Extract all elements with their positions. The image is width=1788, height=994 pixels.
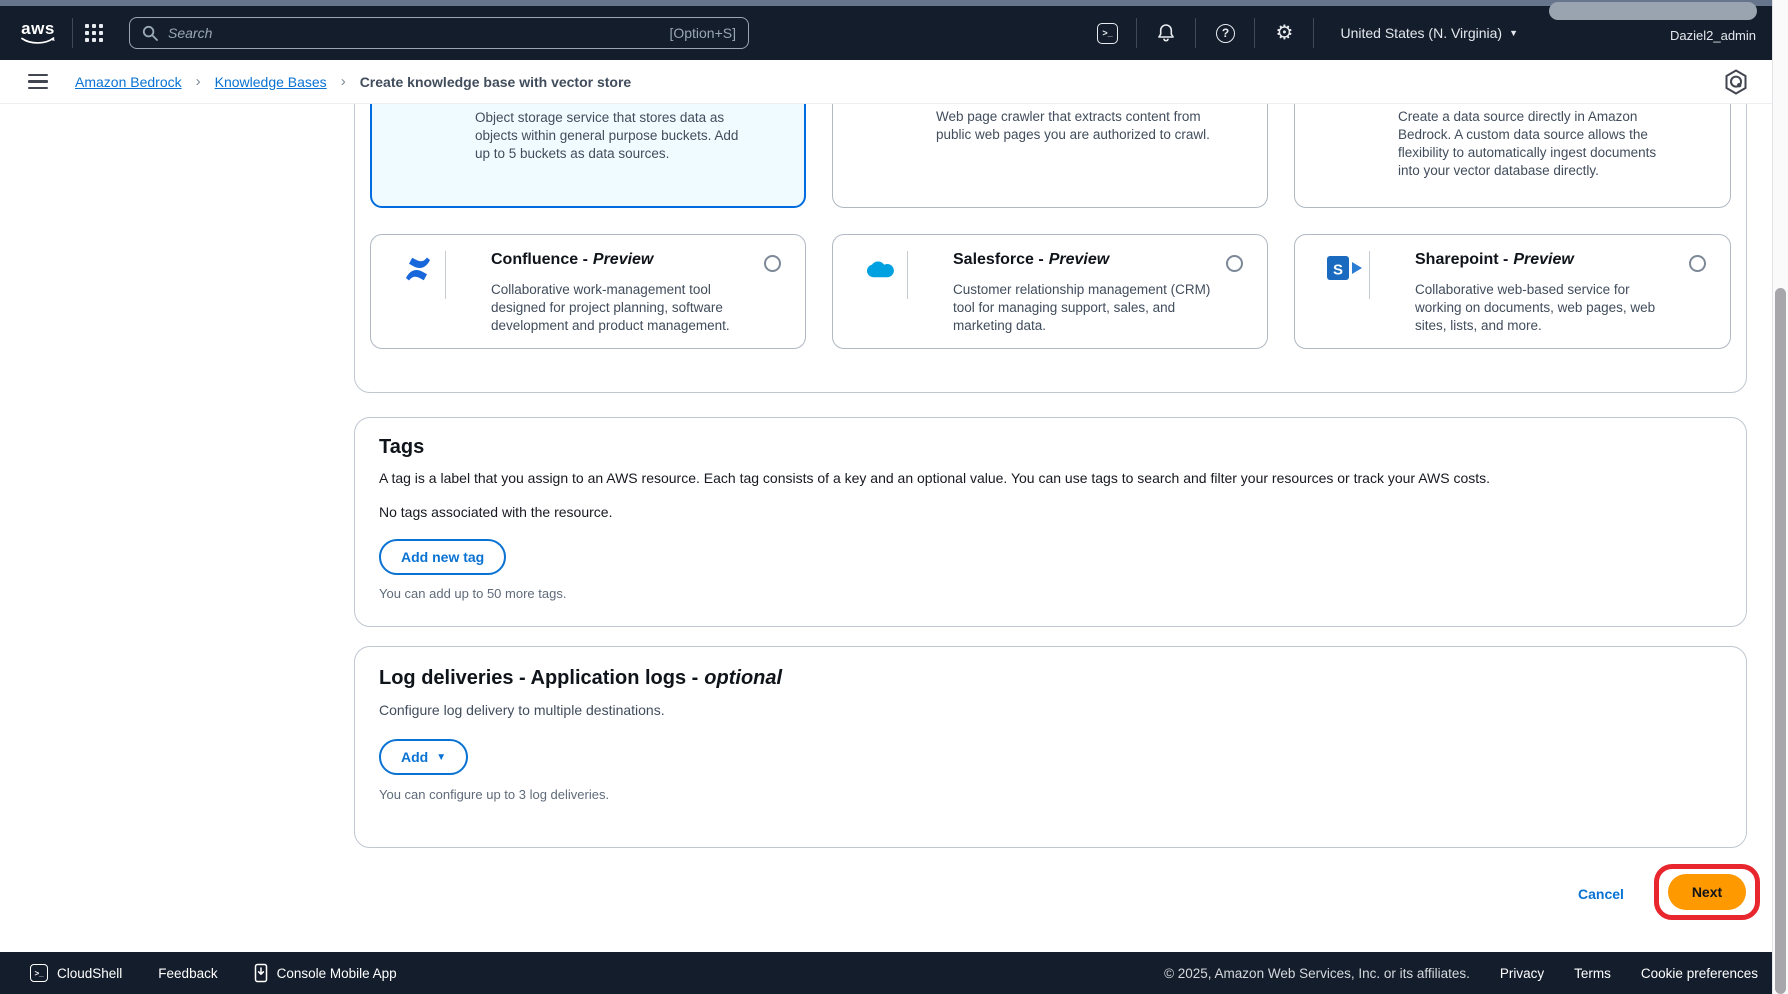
log-deliveries-limit-hint: You can configure up to 3 log deliveries… bbox=[379, 787, 1722, 802]
breadcrumb-link-amazon-bedrock[interactable]: Amazon Bedrock bbox=[75, 74, 182, 90]
data-source-title: Confluence - Preview bbox=[491, 251, 653, 269]
account-username: Daziel2_admin bbox=[1670, 28, 1756, 43]
data-source-card-sharepoint[interactable]: S Sharepoint - Preview Collaborative web-… bbox=[1294, 234, 1731, 349]
preview-label: Preview bbox=[593, 251, 653, 268]
header-divider bbox=[72, 18, 73, 48]
tags-empty-state: No tags associated with the resource. bbox=[379, 504, 1722, 520]
data-source-card-salesforce[interactable]: Salesforce - Preview Customer relationshi… bbox=[832, 234, 1268, 349]
footer-link-cookie-preferences[interactable]: Cookie preferences bbox=[1641, 966, 1758, 981]
scrollbar-thumb[interactable] bbox=[1775, 288, 1786, 994]
amazon-q-icon[interactable] bbox=[1724, 69, 1748, 95]
data-source-title: Salesforce - Preview bbox=[953, 251, 1109, 269]
add-log-delivery-label: Add bbox=[401, 749, 428, 765]
header-divider bbox=[1136, 18, 1137, 48]
scrollbar-track[interactable] bbox=[1772, 0, 1788, 994]
data-source-card-confluence[interactable]: Confluence - Preview Collaborative work-m… bbox=[370, 234, 806, 349]
header-divider bbox=[1313, 18, 1314, 48]
search-shortcut: [Option+S] bbox=[669, 25, 736, 41]
mobile-phone-icon bbox=[254, 963, 268, 983]
card-divider bbox=[907, 251, 908, 299]
footer-feedback-button[interactable]: Feedback bbox=[158, 966, 217, 981]
add-new-tag-button[interactable]: Add new tag bbox=[379, 539, 506, 575]
preview-label: Preview bbox=[1513, 251, 1573, 268]
search-box[interactable]: [Option+S] bbox=[129, 17, 749, 49]
salesforce-radio[interactable] bbox=[1226, 255, 1243, 272]
cloudshell-button[interactable]: >_ bbox=[1090, 16, 1124, 50]
data-source-description: Web page crawler that extracts content f… bbox=[936, 108, 1216, 144]
cancel-button[interactable]: Cancel bbox=[1578, 886, 1624, 902]
footer-cloudshell-button[interactable]: >_ CloudShell bbox=[30, 964, 122, 982]
data-source-description: Object storage service that stores data … bbox=[475, 109, 755, 163]
terminal-icon: >_ bbox=[30, 964, 48, 982]
confluence-icon bbox=[401, 253, 435, 285]
bell-icon bbox=[1156, 23, 1176, 43]
redacted-region bbox=[1549, 2, 1757, 20]
breadcrumb-link-knowledge-bases[interactable]: Knowledge Bases bbox=[215, 74, 327, 90]
source-name: Salesforce - bbox=[953, 251, 1044, 268]
data-source-description: Customer relationship management (CRM) t… bbox=[953, 281, 1213, 335]
services-grid-icon[interactable] bbox=[85, 24, 103, 42]
breadcrumb: Amazon Bedrock › Knowledge Bases › Creat… bbox=[0, 60, 1788, 104]
optional-label: optional bbox=[704, 667, 782, 689]
preview-label: Preview bbox=[1049, 251, 1109, 268]
console-footer: >_ CloudShell Feedback Console Mobile Ap… bbox=[0, 952, 1788, 994]
source-name: Sharepoint - bbox=[1415, 251, 1508, 268]
tags-description: A tag is a label that you assign to an A… bbox=[379, 470, 1722, 486]
mobile-app-label: Console Mobile App bbox=[277, 966, 397, 981]
feedback-label: Feedback bbox=[158, 966, 217, 981]
aws-console-page: aws [Option+S] >_ bbox=[0, 0, 1788, 994]
footer-link-terms[interactable]: Terms bbox=[1574, 966, 1611, 981]
page-title: Create knowledge base with vector store bbox=[360, 74, 632, 90]
log-deliveries-section: Log deliveries - Application logs - optio… bbox=[354, 646, 1747, 848]
chevron-right-icon: › bbox=[341, 73, 346, 90]
app-header: aws [Option+S] >_ bbox=[0, 6, 1788, 60]
chevron-down-icon: ▼ bbox=[1509, 28, 1518, 38]
aws-smile-icon bbox=[20, 37, 56, 46]
next-button[interactable]: Next bbox=[1668, 874, 1746, 910]
help-button[interactable]: ? bbox=[1208, 16, 1242, 50]
search-input[interactable] bbox=[168, 25, 669, 41]
log-deliveries-title-text: Log deliveries - Application logs - bbox=[379, 667, 698, 689]
chevron-right-icon: › bbox=[196, 73, 201, 90]
caret-down-icon: ▼ bbox=[436, 752, 446, 763]
header-actions: >_ ? ⚙ United States (N. Virginia) ▼ bbox=[1090, 16, 1518, 50]
data-source-title: Sharepoint - Preview bbox=[1415, 251, 1574, 269]
source-name: Confluence - bbox=[491, 251, 588, 268]
sharepoint-radio[interactable] bbox=[1689, 255, 1706, 272]
cloudshell-label: CloudShell bbox=[57, 966, 122, 981]
settings-button[interactable]: ⚙ bbox=[1267, 16, 1301, 50]
search-icon bbox=[142, 25, 158, 41]
gear-icon: ⚙ bbox=[1276, 23, 1294, 43]
aws-logo[interactable]: aws bbox=[16, 21, 60, 46]
footer-mobile-app-button[interactable]: Console Mobile App bbox=[254, 963, 397, 983]
notifications-button[interactable] bbox=[1149, 16, 1183, 50]
add-log-delivery-button[interactable]: Add ▼ bbox=[379, 739, 468, 775]
card-divider bbox=[445, 251, 446, 299]
svg-text:S: S bbox=[1333, 262, 1343, 279]
log-deliveries-title: Log deliveries - Application logs - optio… bbox=[379, 667, 1722, 690]
header-divider bbox=[1195, 18, 1196, 48]
add-new-tag-label: Add new tag bbox=[401, 549, 484, 565]
tags-title: Tags bbox=[379, 436, 1722, 459]
window-top-edge bbox=[0, 0, 1788, 6]
confluence-radio[interactable] bbox=[764, 255, 781, 272]
terminal-icon: >_ bbox=[1097, 23, 1118, 44]
tags-section: Tags A tag is a label that you assign to… bbox=[354, 417, 1747, 627]
footer-link-privacy[interactable]: Privacy bbox=[1500, 966, 1544, 981]
menu-icon[interactable] bbox=[28, 74, 48, 90]
data-source-description: Create a data source directly in Amazon … bbox=[1398, 108, 1678, 180]
region-selector[interactable]: United States (N. Virginia) ▼ bbox=[1340, 25, 1518, 41]
sharepoint-icon: S bbox=[1325, 253, 1365, 283]
region-label: United States (N. Virginia) bbox=[1340, 25, 1502, 41]
data-source-description: Collaborative work-management tool desig… bbox=[491, 281, 751, 335]
log-deliveries-description: Configure log delivery to multiple desti… bbox=[379, 702, 1722, 718]
copyright-text: © 2025, Amazon Web Services, Inc. or its… bbox=[1164, 966, 1470, 981]
card-divider bbox=[1369, 251, 1370, 299]
tags-limit-hint: You can add up to 50 more tags. bbox=[379, 586, 1722, 601]
salesforce-icon bbox=[863, 257, 899, 283]
aws-logo-text: aws bbox=[21, 21, 55, 37]
help-icon: ? bbox=[1216, 24, 1235, 43]
data-source-description: Collaborative web-based service for work… bbox=[1415, 281, 1675, 335]
header-divider bbox=[1254, 18, 1255, 48]
